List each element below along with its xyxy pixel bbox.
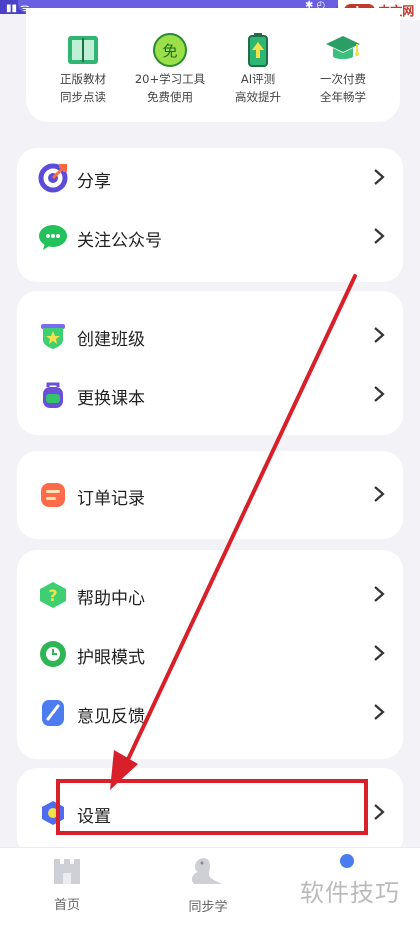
tab-mine-indicator[interactable]: [340, 854, 354, 868]
tab-sync-learn[interactable]: 同步学: [158, 854, 258, 915]
tab-home[interactable]: 首页: [17, 854, 117, 913]
home-castle-icon: [54, 859, 80, 884]
seal-icon: [191, 858, 222, 884]
watermark-text: 软件技巧: [300, 879, 400, 907]
annotation-highlight-box: [56, 779, 368, 835]
